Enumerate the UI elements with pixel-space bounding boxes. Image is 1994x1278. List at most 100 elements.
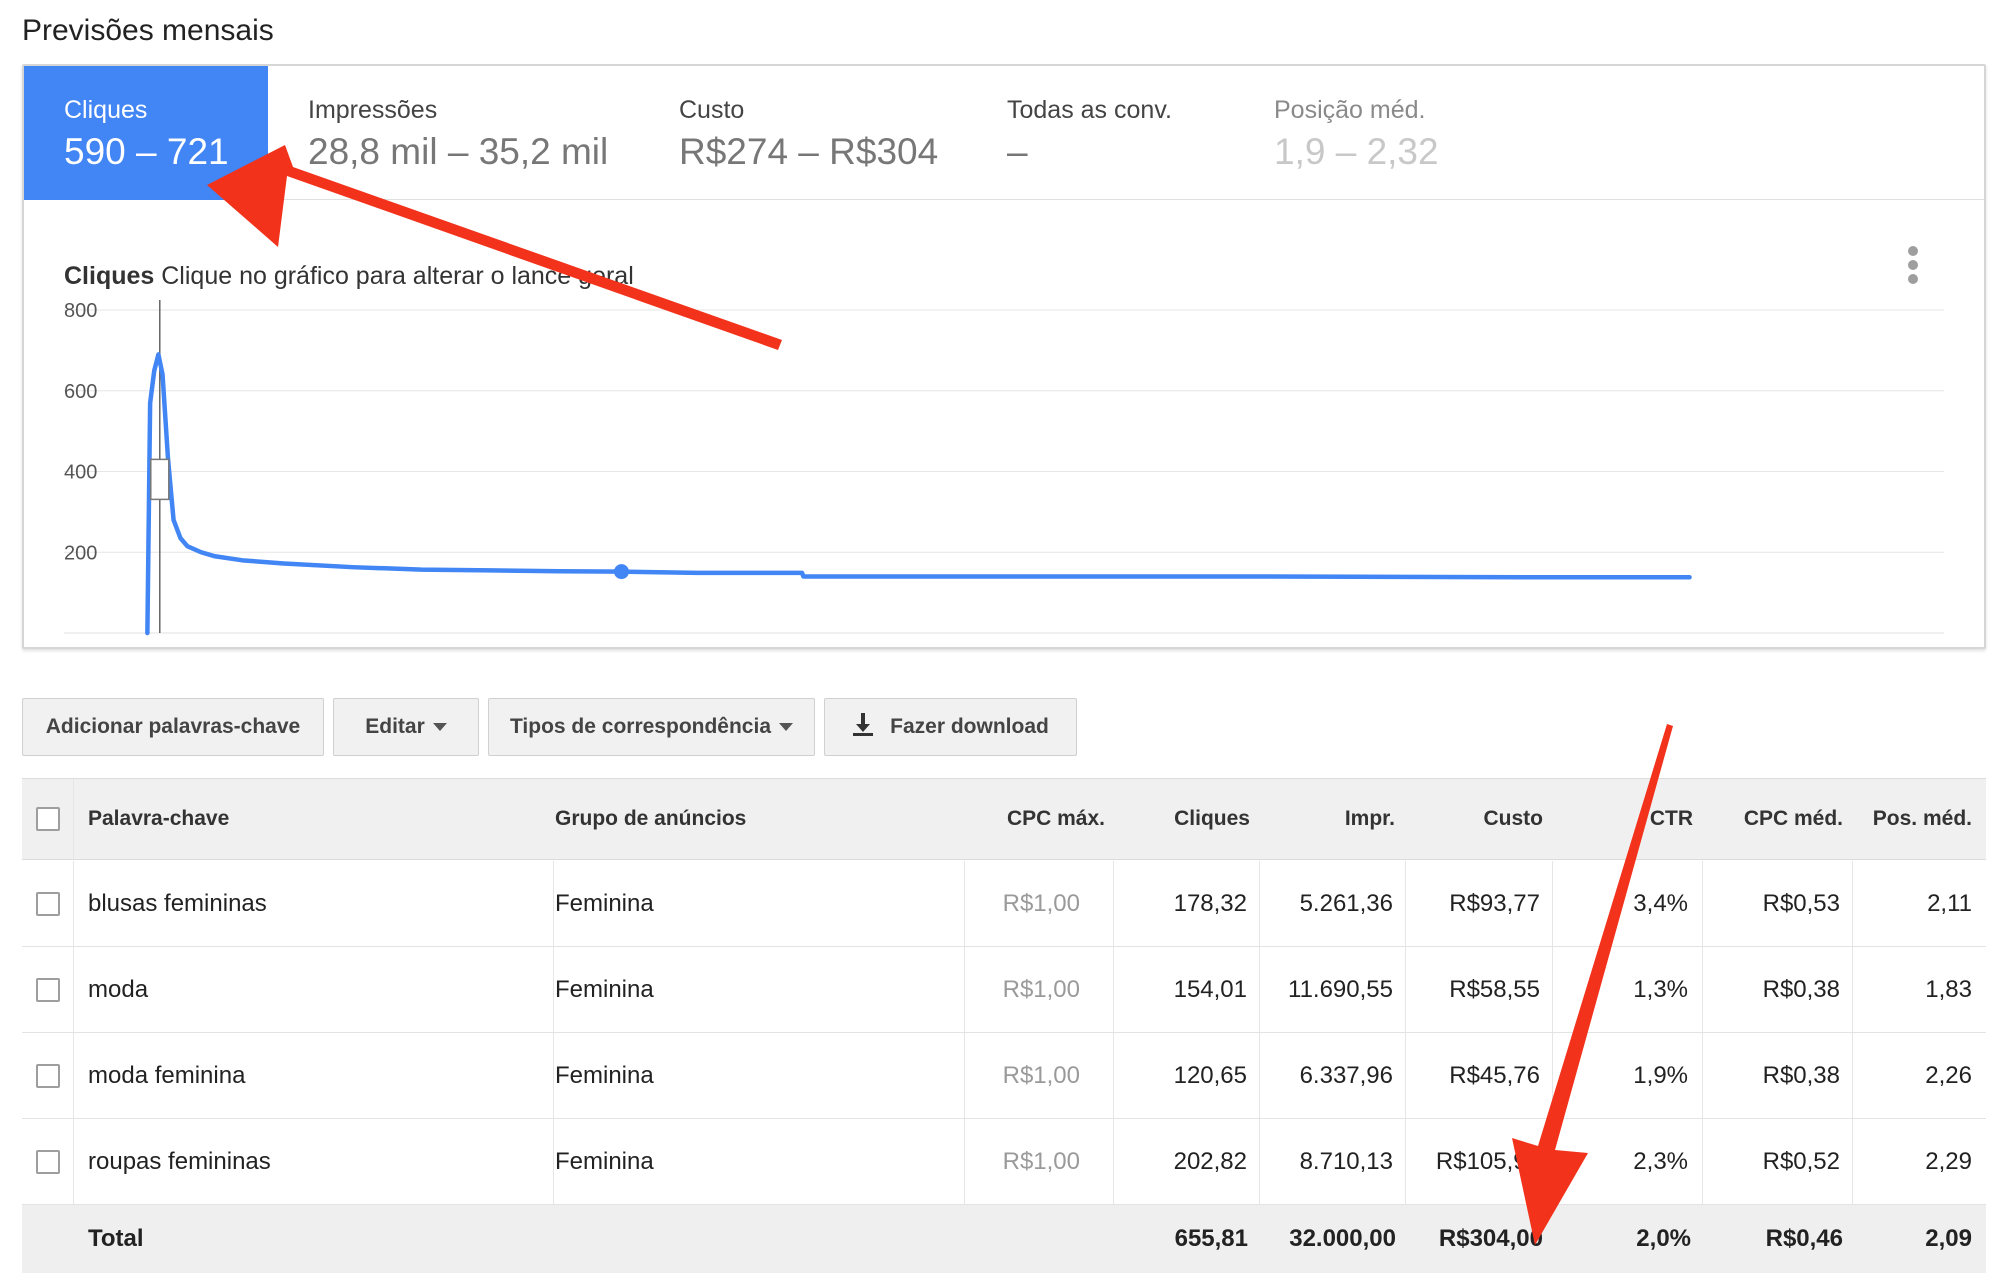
keywords-table: Palavra-chave Grupo de anúncios CPC máx.… <box>22 778 1986 1273</box>
download-label: Fazer download <box>890 715 1049 738</box>
current-bid-point <box>613 564 629 580</box>
edit-dropdown-button[interactable]: Editar <box>333 698 479 756</box>
tab-value: 28,8 mil – 35,2 mil <box>308 131 609 172</box>
row-checkbox[interactable] <box>35 1063 60 1088</box>
total-impr: 32.000,00 <box>1289 1225 1396 1252</box>
header-ctr[interactable]: CTR <box>1552 779 1693 859</box>
edit-label: Editar <box>365 715 425 738</box>
header-clicks[interactable]: Cliques <box>1112 779 1250 859</box>
y-tick-label: 800 <box>64 300 97 322</box>
total-cost: R$304,00 <box>1438 1225 1543 1252</box>
clicks-series-line <box>145 352 1692 636</box>
impr-cell: 5.261,36 <box>1260 861 1406 946</box>
add-keywords-button[interactable]: Adicionar palavras-chave <box>22 698 324 756</box>
y-tick-label: 600 <box>64 381 97 403</box>
select-all-checkbox[interactable] <box>35 807 60 831</box>
ad-group-cell[interactable]: Feminina <box>555 861 965 946</box>
table-row: blusas femininas Feminina R$1,00 178,32 … <box>22 861 1986 947</box>
header-ad-group[interactable]: Grupo de anúncios <box>555 779 955 859</box>
header-avg-cpc[interactable]: CPC méd. <box>1702 779 1843 859</box>
tab-custo[interactable]: Custo R$274 – R$304 <box>679 66 969 200</box>
page-title: Previsões mensais <box>22 14 274 47</box>
forecast-card: Cliques 590 – 721 Impressões 28,8 mil – … <box>22 64 1986 649</box>
header-keyword[interactable]: Palavra-chave <box>88 779 548 859</box>
header-max-cpc[interactable]: CPC máx. <box>964 779 1105 859</box>
table-header-row: Palavra-chave Grupo de anúncios CPC máx.… <box>22 779 1986 860</box>
caret-down-icon <box>432 723 447 731</box>
ctr-cell: 1,3% <box>1553 947 1703 1032</box>
cost-cell: R$105,91 <box>1406 1119 1553 1204</box>
header-avg-pos[interactable]: Pos. méd. <box>1852 779 1972 859</box>
tab-posicao-med[interactable]: Posição méd. 1,9 – 2,32 <box>1274 66 1534 200</box>
avg-pos-cell: 2,29 <box>1925 1147 1972 1175</box>
add-keywords-label: Adicionar palavras-chave <box>45 715 301 738</box>
total-avg-cpc: R$0,46 <box>1765 1225 1843 1252</box>
avg-cpc-cell: R$0,53 <box>1703 861 1853 946</box>
keyword-cell[interactable]: roupas femininas <box>88 1119 554 1204</box>
tab-label: Todas as conv. <box>1007 96 1172 124</box>
tab-value: R$274 – R$304 <box>679 131 939 172</box>
avg-pos-cell: 1,83 <box>1925 975 1972 1003</box>
download-button[interactable]: Fazer download <box>824 698 1077 756</box>
tab-cliques[interactable]: Cliques 590 – 721 <box>24 66 268 200</box>
chart-heading-metric: Cliques <box>64 262 155 290</box>
more-vert-icon[interactable] <box>1898 242 1928 292</box>
tab-value: 1,9 – 2,32 <box>1274 131 1439 172</box>
impr-cell: 8.710,13 <box>1260 1119 1406 1204</box>
row-select-cell <box>22 861 74 946</box>
row-select-cell <box>22 947 74 1032</box>
keyword-cell[interactable]: moda <box>88 947 554 1032</box>
table-row: moda Feminina R$1,00 154,01 11.690,55 R$… <box>22 947 1986 1033</box>
row-checkbox[interactable] <box>35 977 60 1002</box>
max-cpc-cell[interactable]: R$1,00 <box>964 1119 1114 1204</box>
total-ctr: 2,0% <box>1636 1225 1691 1252</box>
cost-cell: R$45,76 <box>1406 1033 1553 1118</box>
match-types-label: Tipos de correspondência <box>509 715 771 738</box>
row-checkbox[interactable] <box>35 1149 60 1174</box>
keyword-cell[interactable]: blusas femininas <box>88 861 554 946</box>
total-clicks: 655,81 <box>1174 1225 1248 1252</box>
tab-impressoes[interactable]: Impressões 28,8 mil – 35,2 mil <box>308 66 638 200</box>
cost-cell: R$93,77 <box>1406 861 1553 946</box>
avg-cpc-cell: R$0,38 <box>1703 1033 1853 1118</box>
total-label: Total <box>88 1225 144 1252</box>
header-cost[interactable]: Custo <box>1404 779 1544 859</box>
avg-pos-cell: 2,26 <box>1925 1061 1972 1089</box>
tab-label: Custo <box>679 96 745 124</box>
row-checkbox[interactable] <box>35 891 60 916</box>
ctr-cell: 3,4% <box>1553 861 1703 946</box>
table-row: moda feminina Feminina R$1,00 120,65 6.3… <box>22 1033 1986 1119</box>
select-all-cell <box>22 779 74 859</box>
max-cpc-cell[interactable]: R$1,00 <box>964 1033 1114 1118</box>
impr-cell: 6.337,96 <box>1260 1033 1406 1118</box>
header-impr[interactable]: Impr. <box>1258 779 1395 859</box>
tab-value: – <box>1007 131 1028 172</box>
cost-cell: R$58,55 <box>1406 947 1553 1032</box>
tab-label: Impressões <box>308 96 438 124</box>
table-row: roupas femininas Feminina R$1,00 202,82 … <box>22 1119 1986 1205</box>
ad-group-cell[interactable]: Feminina <box>555 947 965 1032</box>
ad-group-cell[interactable]: Feminina <box>555 1033 965 1118</box>
row-select-cell <box>22 1033 74 1118</box>
clicks-cell: 202,82 <box>1114 1119 1260 1204</box>
ctr-cell: 1,9% <box>1553 1033 1703 1118</box>
row-select-cell <box>22 1119 74 1204</box>
chart-heading-hint: Clique no gráfico para alterar o lance g… <box>161 262 634 290</box>
avg-cpc-cell: R$0,38 <box>1703 947 1853 1032</box>
bid-handle <box>150 458 170 501</box>
max-cpc-cell[interactable]: R$1,00 <box>964 861 1114 946</box>
match-types-dropdown-button[interactable]: Tipos de correspondência <box>488 698 815 756</box>
ctr-cell: 2,3% <box>1553 1119 1703 1204</box>
ad-group-cell[interactable]: Feminina <box>555 1119 965 1204</box>
max-cpc-cell[interactable]: R$1,00 <box>964 947 1114 1032</box>
keyword-cell[interactable]: moda feminina <box>88 1033 554 1118</box>
download-icon <box>852 712 874 742</box>
chart-heading: Cliques Clique no gráfico para alterar o… <box>64 262 634 291</box>
tab-todas-conv[interactable]: Todas as conv. – <box>1007 66 1257 200</box>
clicks-cell: 178,32 <box>1114 861 1260 946</box>
y-tick-label: 200 <box>64 542 97 564</box>
tab-label: Posição méd. <box>1274 96 1426 124</box>
tab-value: 590 – 721 <box>64 131 229 172</box>
total-avg-pos: 2,09 <box>1925 1225 1972 1252</box>
clicks-bid-chart[interactable]: 200400600800R$0,00R$10,00R$20,00R$30,00R… <box>24 296 1984 646</box>
